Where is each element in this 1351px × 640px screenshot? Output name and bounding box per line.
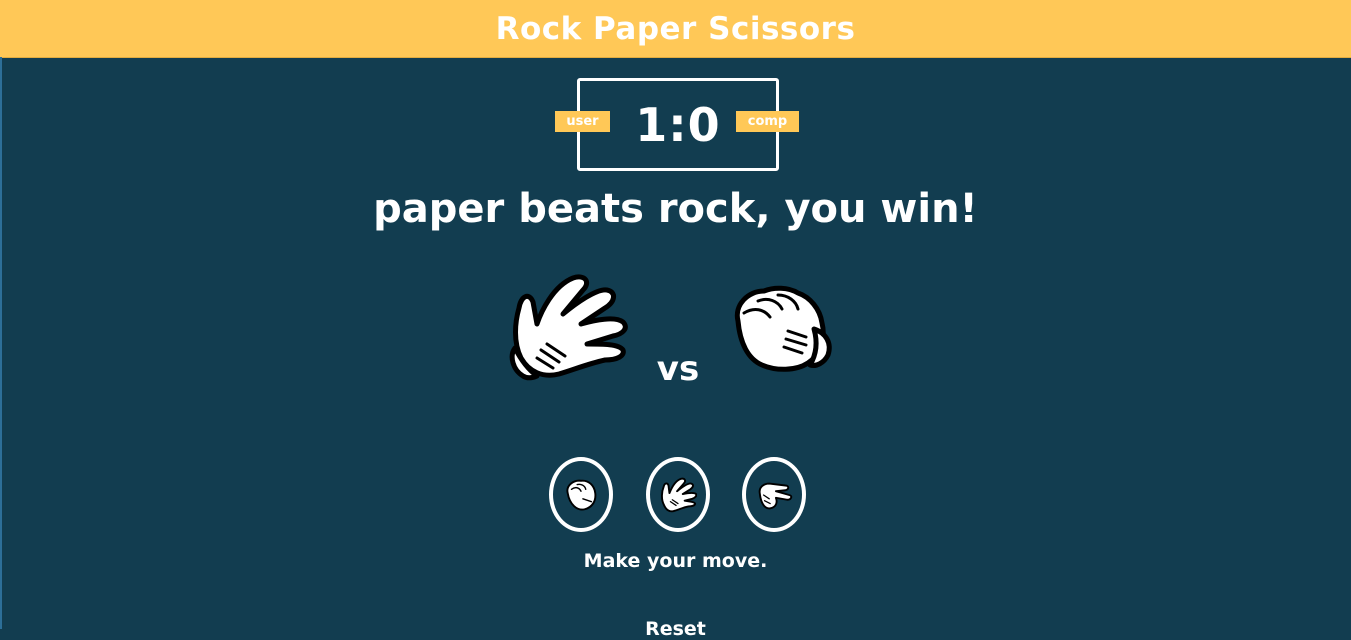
move-prompt: Make your move. [583, 550, 768, 572]
header-bar: Rock Paper Scissors [0, 0, 1351, 58]
paper-button[interactable] [646, 457, 710, 532]
scissors-button[interactable] [742, 457, 806, 532]
paper-hand-icon [661, 477, 697, 512]
user-score-label: user [555, 111, 610, 132]
rock-button[interactable] [549, 457, 613, 532]
page-title: Rock Paper Scissors [495, 10, 856, 47]
vs-label: vs [656, 349, 700, 389]
scissors-hand-icon [758, 482, 793, 509]
paper-hand-icon [507, 272, 632, 384]
result-message: paper beats rock, you win! [373, 186, 978, 232]
rock-hand-icon [730, 283, 834, 375]
rock-hand-icon [566, 479, 597, 511]
score-display: 1:0 [635, 97, 721, 152]
reset-label[interactable]: Reset [0, 618, 1351, 640]
left-edge-divider [0, 57, 2, 629]
comp-score-label: comp [736, 111, 799, 132]
